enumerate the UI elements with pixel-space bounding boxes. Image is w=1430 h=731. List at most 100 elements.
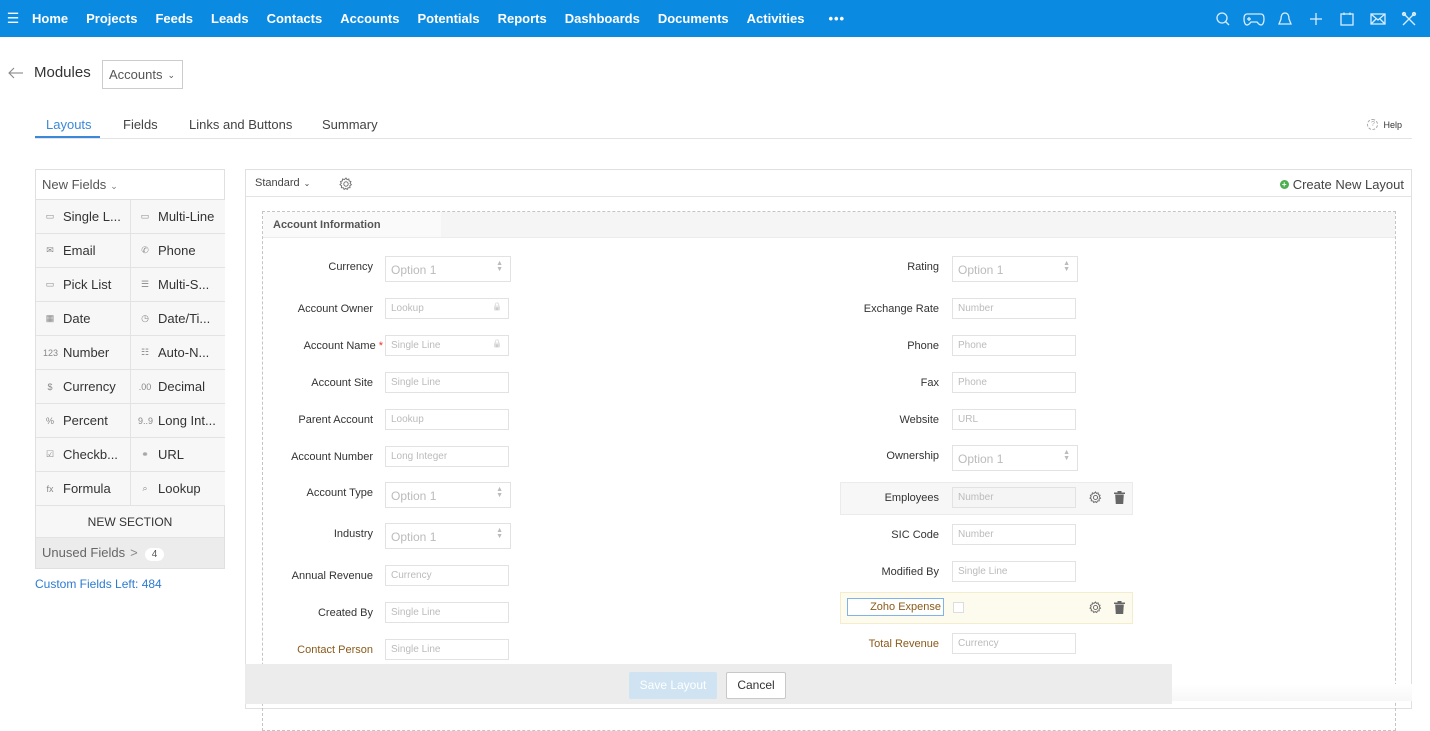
- field-input-total-revenue[interactable]: Currency: [952, 633, 1076, 654]
- section-header[interactable]: Account Information: [263, 212, 1395, 238]
- input-placeholder: URL: [958, 414, 979, 425]
- nav-accounts[interactable]: Accounts: [340, 11, 399, 26]
- help-link[interactable]: ? Help: [1367, 119, 1402, 130]
- field-input-account-name[interactable]: Single Line 🔒: [385, 335, 509, 356]
- nav-activities[interactable]: Activities: [747, 11, 805, 26]
- palette-item-currency[interactable]: $ Currency: [36, 370, 131, 404]
- nav-dashboards[interactable]: Dashboards: [565, 11, 640, 26]
- search-icon[interactable]: [1207, 0, 1238, 37]
- field-input-modified-by[interactable]: Single Line: [952, 561, 1076, 582]
- field-input-account-number[interactable]: Long Integer: [385, 446, 509, 467]
- module-select[interactable]: Accounts ⌄: [102, 60, 183, 89]
- hamburger-icon[interactable]: ☰: [0, 10, 26, 27]
- nav-contacts[interactable]: Contacts: [267, 11, 323, 26]
- nav-projects[interactable]: Projects: [86, 11, 137, 26]
- nav-reports[interactable]: Reports: [498, 11, 547, 26]
- field-input-rating[interactable]: Option 1 ▲ ▼: [952, 256, 1078, 282]
- field-input-phone[interactable]: Phone: [952, 335, 1076, 356]
- field-input-parent-account[interactable]: Lookup: [385, 409, 509, 430]
- field-input-industry[interactable]: Option 1 ▲ ▼: [385, 523, 511, 549]
- layout-select-value: Standard: [255, 177, 300, 189]
- field-input-account-type[interactable]: Option 1 ▲ ▼: [385, 482, 511, 508]
- field-input-account-site[interactable]: Single Line: [385, 372, 509, 393]
- field-input-employees[interactable]: Number: [952, 487, 1076, 508]
- new-fields-dropdown[interactable]: New Fields ⌄: [36, 170, 224, 200]
- palette-item-checkb[interactable]: ☑ Checkb...: [36, 438, 131, 472]
- field-label-text: Total Revenue: [868, 638, 939, 650]
- tab-bar: Layouts Fields Links and Buttons Summary…: [35, 110, 1412, 139]
- palette-title: New Fields: [42, 177, 107, 192]
- bell-icon[interactable]: [1269, 0, 1300, 37]
- back-arrow-icon[interactable]: [7, 64, 25, 82]
- palette-item-long-int[interactable]: 9..9 Long Int...: [131, 404, 225, 438]
- input-placeholder: Single Line: [391, 607, 441, 618]
- input-placeholder: Option 1: [958, 263, 1004, 277]
- field-settings-gear-icon[interactable]: [1089, 601, 1102, 614]
- delete-field-trash-icon[interactable]: [1114, 601, 1125, 614]
- field-input-sic-code[interactable]: Number: [952, 524, 1076, 545]
- field-input-fax[interactable]: Phone: [952, 372, 1076, 393]
- help-icon: ?: [1367, 119, 1379, 130]
- palette-item-date[interactable]: ▦ Date: [36, 302, 131, 336]
- nav-potentials[interactable]: Potentials: [417, 11, 479, 26]
- field-input-contact-person[interactable]: Single Line: [385, 639, 509, 660]
- field-input-ownership[interactable]: Option 1 ▲ ▼: [952, 445, 1078, 471]
- field-input-currency[interactable]: Option 1 ▲ ▼: [385, 256, 511, 282]
- lock-icon: 🔒: [492, 302, 502, 311]
- custom-fields-left: Custom Fields Left: 484: [35, 577, 162, 591]
- field-input-account-owner[interactable]: Lookup 🔒: [385, 298, 509, 319]
- tab-fields[interactable]: Fields: [123, 117, 158, 132]
- save-layout-button[interactable]: Save Layout: [629, 672, 717, 699]
- field-input-annual-revenue[interactable]: Currency: [385, 565, 509, 586]
- input-placeholder: Number: [958, 492, 994, 503]
- palette-item-single-l[interactable]: ▭ Single L...: [36, 200, 131, 234]
- field-input-created-by[interactable]: Single Line: [385, 602, 509, 623]
- calendar-icon[interactable]: [1331, 0, 1362, 37]
- palette-item-pick-list[interactable]: ▭ Pick List: [36, 268, 131, 302]
- tab-links-and-buttons[interactable]: Links and Buttons: [189, 117, 292, 132]
- nav-leads[interactable]: Leads: [211, 11, 249, 26]
- palette-item-lookup[interactable]: ⌕ Lookup: [131, 472, 225, 506]
- nav-documents[interactable]: Documents: [658, 11, 729, 26]
- nav-home[interactable]: Home: [32, 11, 68, 26]
- palette-item-decimal[interactable]: .00 Decimal: [131, 370, 225, 404]
- field-label: Ownership: [779, 448, 939, 464]
- tools-icon[interactable]: [1393, 0, 1424, 37]
- delete-field-trash-icon[interactable]: [1114, 491, 1125, 504]
- new-section-button[interactable]: NEW SECTION: [36, 506, 224, 538]
- palette-item-multi-s[interactable]: ☰ Multi-S...: [131, 268, 225, 302]
- palette-item-multi-line[interactable]: ▭ Multi-Line: [131, 200, 225, 234]
- palette-item-formula[interactable]: fx Formula: [36, 472, 131, 506]
- create-new-layout-button[interactable]: + Create New Layout: [1279, 177, 1404, 192]
- field-checkbox[interactable]: [953, 602, 964, 613]
- field-type-icon: ▭: [45, 211, 55, 221]
- plus-icon[interactable]: [1300, 0, 1331, 37]
- palette-item-url[interactable]: ⚭ URL: [131, 438, 225, 472]
- field-label-input[interactable]: Zoho Expense: [847, 598, 944, 616]
- field-type-icon: ☑: [45, 449, 55, 459]
- cancel-button[interactable]: Cancel: [726, 672, 786, 699]
- bottom-fade: [1172, 684, 1412, 701]
- field-type-icon: 9..9: [138, 415, 154, 426]
- tab-layouts[interactable]: Layouts: [46, 117, 92, 132]
- more-icon[interactable]: •••: [828, 11, 845, 26]
- palette-item-email[interactable]: ✉ Email: [36, 234, 131, 268]
- gamepad-icon[interactable]: [1238, 0, 1269, 37]
- palette-item-label: Formula: [63, 481, 111, 496]
- field-label-text: Phone: [907, 340, 939, 352]
- layout-settings-gear-icon[interactable]: [339, 177, 353, 191]
- mail-icon[interactable]: [1362, 0, 1393, 37]
- field-settings-gear-icon[interactable]: [1089, 491, 1102, 504]
- select-arrows-icon: ▲▼: [1063, 260, 1070, 273]
- palette-item-number[interactable]: 123 Number: [36, 336, 131, 370]
- layout-select[interactable]: Standard ⌄: [255, 177, 310, 189]
- palette-item-percent[interactable]: % Percent: [36, 404, 131, 438]
- palette-item-auto-n[interactable]: ☷ Auto-N...: [131, 336, 225, 370]
- field-input-exchange-rate[interactable]: Number: [952, 298, 1076, 319]
- tab-summary[interactable]: Summary: [322, 117, 378, 132]
- palette-item-date-ti[interactable]: ◷ Date/Ti...: [131, 302, 225, 336]
- palette-item-phone[interactable]: ✆ Phone: [131, 234, 225, 268]
- field-input-website[interactable]: URL: [952, 409, 1076, 430]
- unused-fields-toggle[interactable]: Unused Fields >4: [36, 538, 224, 568]
- nav-feeds[interactable]: Feeds: [155, 11, 193, 26]
